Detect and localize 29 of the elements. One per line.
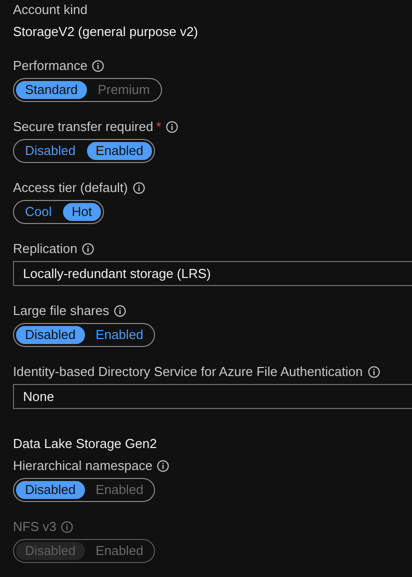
field-label: Performance xyxy=(13,57,88,75)
field-label: Account kind xyxy=(13,1,88,19)
info-icon[interactable] xyxy=(92,60,104,72)
info-icon[interactable] xyxy=(166,121,178,133)
toggle-option[interactable]: Enabled xyxy=(86,142,152,160)
toggle-option[interactable]: Disabled xyxy=(16,481,85,499)
info-icon[interactable] xyxy=(82,243,94,255)
info-icon[interactable] xyxy=(132,182,145,194)
info-icon[interactable] xyxy=(114,305,126,317)
required-mark: * xyxy=(156,118,162,136)
field-label: Identity-based Directory Service for Azure File Authentication xyxy=(13,363,363,381)
toggle-option[interactable]: Disabled xyxy=(16,142,85,160)
field-value: StorageV2 (general purpose v2) xyxy=(13,23,200,41)
toggle-option[interactable]: Hot xyxy=(62,203,101,221)
toggle-option[interactable]: Cool xyxy=(16,203,61,221)
field-label: Replication xyxy=(13,240,78,258)
field-label: Access tier (default) xyxy=(13,179,128,197)
dropdown-field[interactable]: None xyxy=(13,384,412,409)
section-heading: Data Lake Storage Gen2 xyxy=(13,435,158,453)
field-label: Large file shares xyxy=(13,302,110,320)
toggle-option[interactable]: Enabled xyxy=(86,326,152,344)
field-label: Hierarchical namespace xyxy=(13,457,152,475)
toggle-option[interactable]: Standard xyxy=(16,81,87,99)
field-label: Secure transfer required xyxy=(13,118,154,136)
field-label: NFS v3 xyxy=(13,518,56,536)
info-icon[interactable] xyxy=(368,366,380,378)
info-icon[interactable] xyxy=(157,460,170,472)
toggle-option[interactable]: Disabled xyxy=(16,326,85,344)
dropdown-field[interactable]: Locally-redundant storage (LRS) xyxy=(13,261,412,286)
